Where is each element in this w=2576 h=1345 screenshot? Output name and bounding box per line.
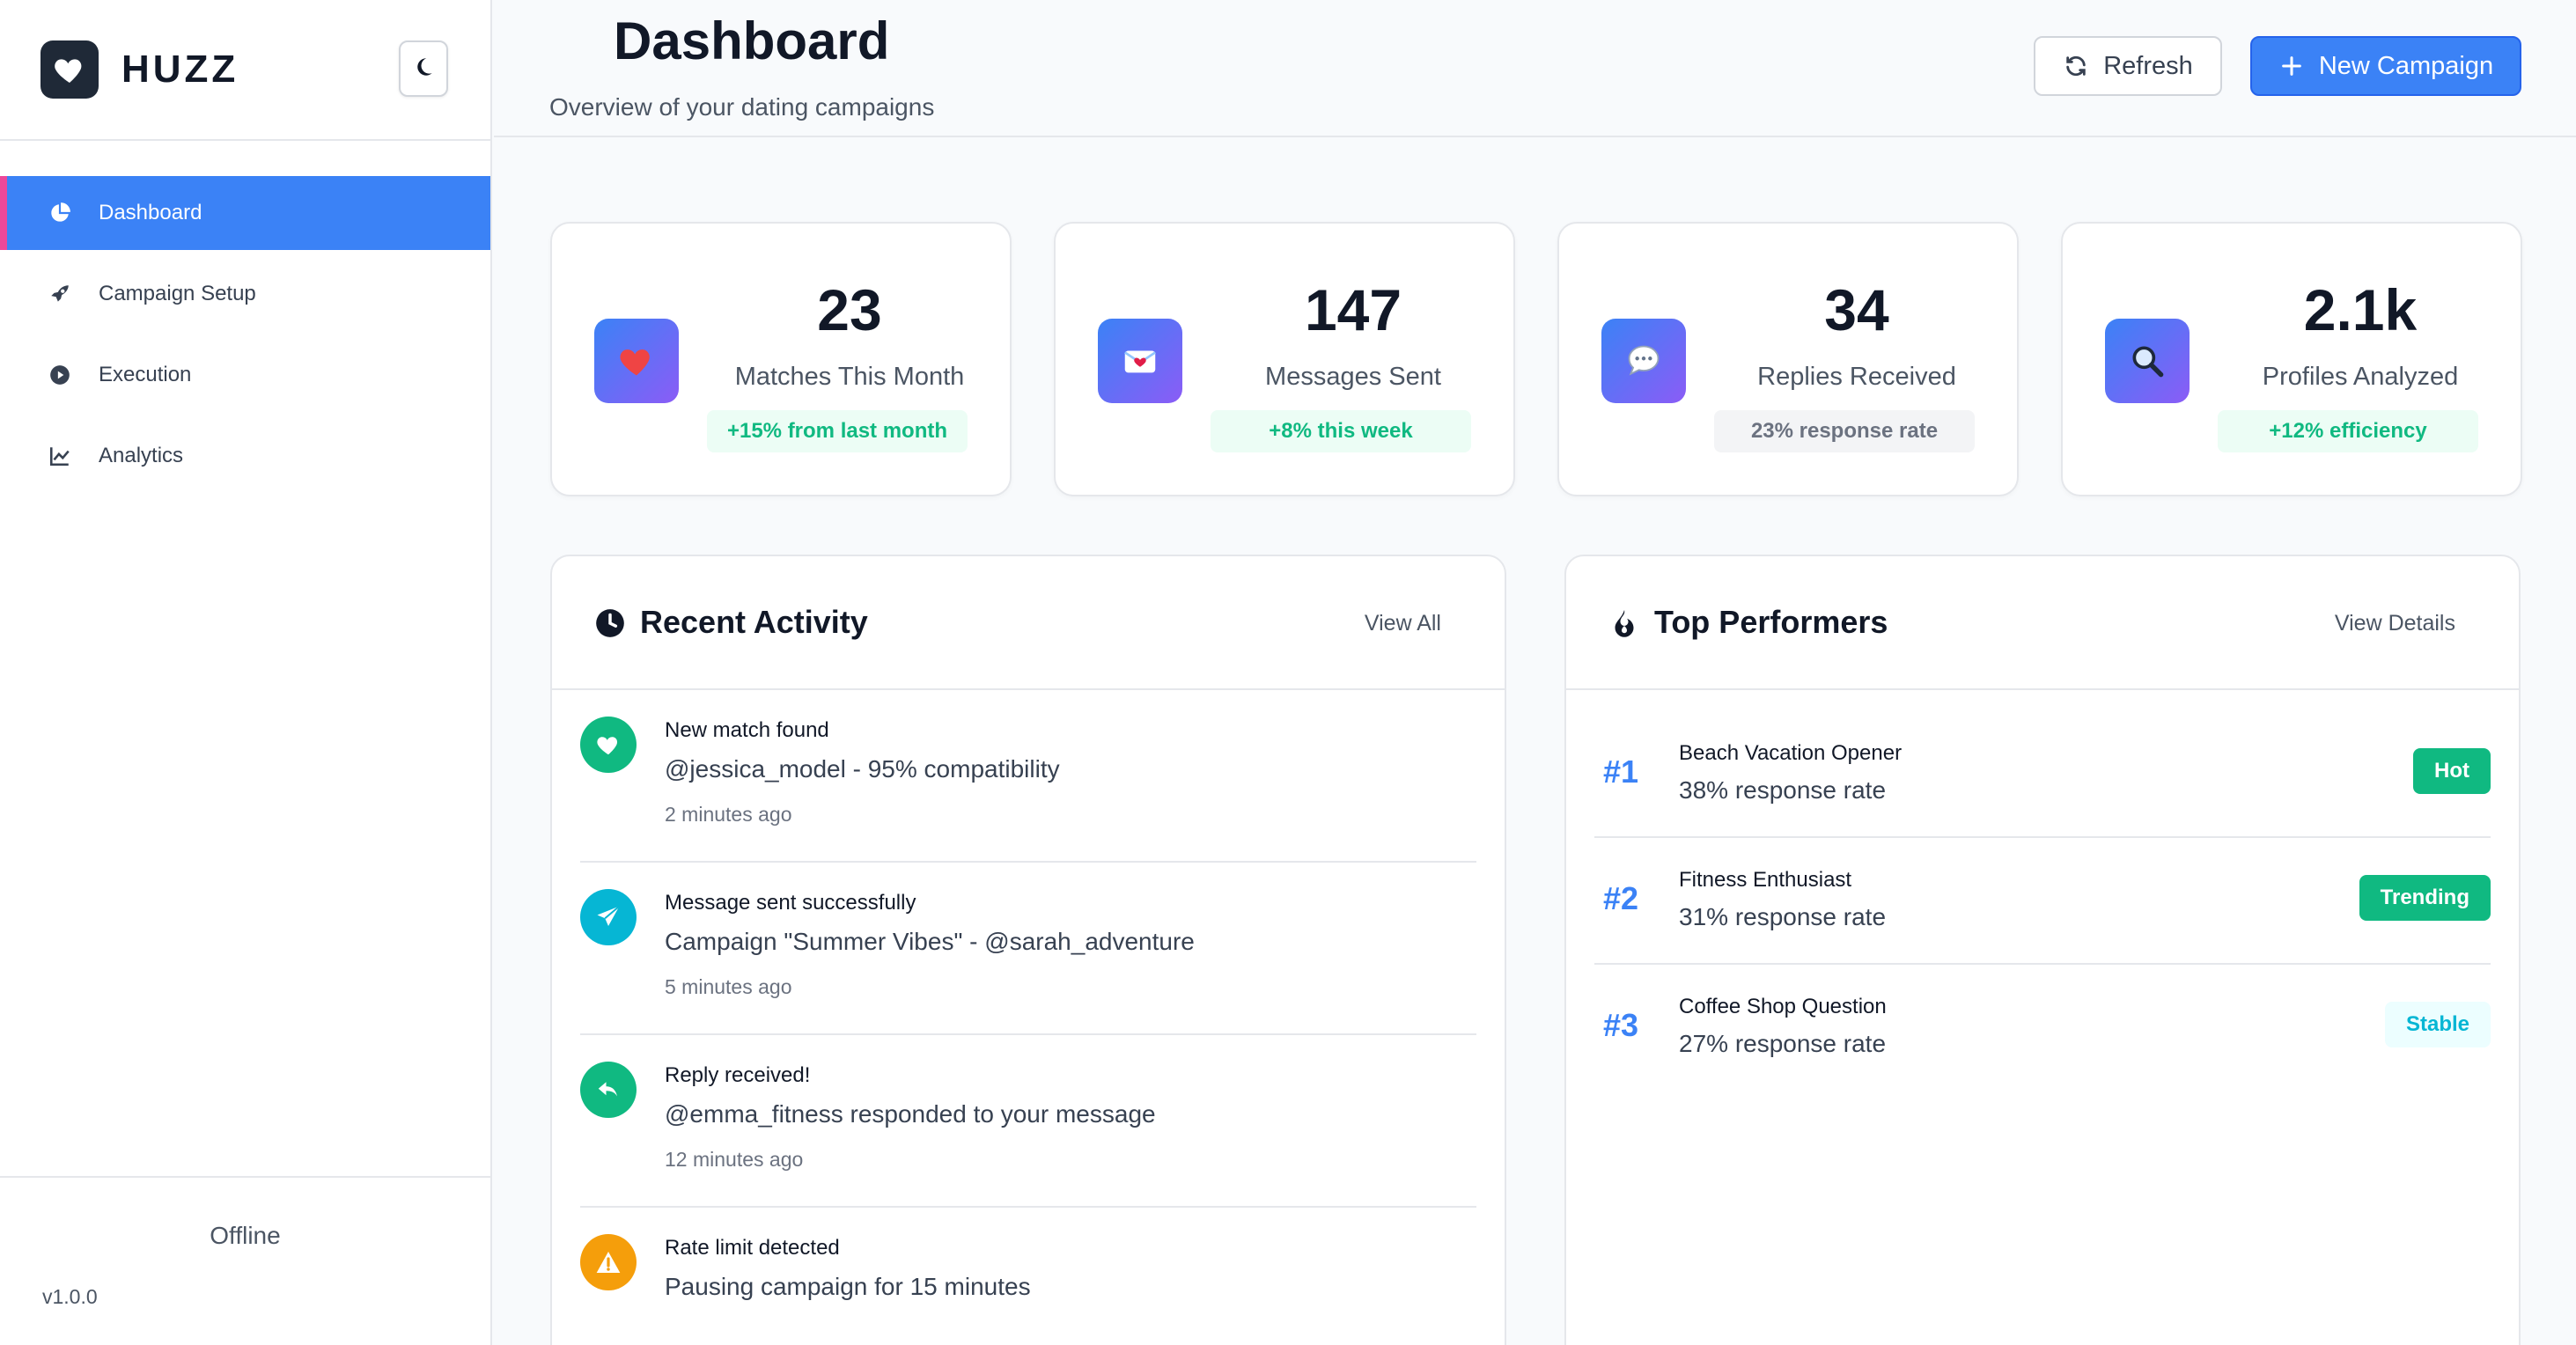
sidebar-nav: Dashboard Campaign Setup Execution Analy… [0, 141, 490, 493]
stat-badge: +8% this week [1211, 410, 1471, 452]
activity-desc: Pausing campaign for 15 minutes [665, 1273, 1031, 1300]
activity-title: New match found [665, 718, 829, 742]
performer-name: Beach Vacation Opener [1679, 741, 1903, 765]
performer-rate: 38% response rate [1679, 776, 1887, 804]
sidebar-item-label: Campaign Setup [99, 282, 256, 305]
app-version: v1.0.0 [42, 1285, 98, 1308]
app-root: HUZZ Dashboard Campaign Setup Execution … [0, 0, 2576, 1345]
performer-rank: #3 [1603, 1007, 1639, 1043]
heart-icon [580, 717, 637, 773]
reply-arrow-icon [580, 1062, 637, 1118]
stat-label: Profiles Analyzed [2262, 363, 2459, 391]
fire-icon [1607, 606, 1642, 641]
play-circle-icon [48, 363, 72, 387]
recent-activity-panel: Recent Activity View All New match found… [550, 555, 1506, 1345]
activity-desc: Campaign "Summer Vibes" - @sarah_adventu… [665, 928, 1195, 955]
line-chart-icon [48, 444, 72, 468]
panel-title: Top Performers [1654, 604, 1888, 640]
connection-status: Offline [210, 1222, 281, 1249]
sidebar-item-label: Execution [99, 363, 192, 386]
activity-desc: @jessica_model - 95% compatibility [665, 755, 1060, 783]
moon-icon [412, 55, 435, 83]
plus-icon [2278, 53, 2305, 79]
stat-badge: 23% response rate [1714, 410, 1975, 452]
refresh-button-label: Refresh [2103, 51, 2193, 80]
paper-plane-icon [580, 889, 637, 945]
page-subtitle: Overview of your dating campaigns [549, 93, 935, 121]
pie-chart-icon [48, 201, 72, 225]
sidebar-footer: Offline v1.0.0 [0, 1176, 490, 1345]
activity-time: 12 minutes ago [665, 1148, 804, 1171]
brand-name: HUZZ [121, 48, 239, 91]
new-campaign-button-label: New Campaign [2318, 51, 2494, 80]
sidebar-item-dashboard[interactable]: Dashboard [0, 176, 490, 250]
stat-badge: +12% efficiency [2218, 410, 2478, 452]
page-header: Dashboard Overview of your dating campai… [494, 0, 2576, 137]
activity-item[interactable]: Reply received! @emma_fitness responded … [580, 1035, 1476, 1208]
view-details-link[interactable]: View Details [2335, 611, 2455, 636]
performer-name: Coffee Shop Question [1679, 995, 1887, 1018]
activity-time: 5 minutes ago [665, 975, 792, 998]
sidebar-item-label: Dashboard [99, 201, 202, 224]
performer-row[interactable]: #3 Coffee Shop Question 27% response rat… [1594, 965, 2491, 1091]
stat-card-matches: 23 Matches This Month +15% from last mon… [550, 222, 1012, 496]
performer-rate: 27% response rate [1679, 1030, 1887, 1057]
status-badge: Trending [2359, 875, 2491, 921]
stat-card-profiles: 2.1k Profiles Analyzed +12% efficiency [2061, 222, 2522, 496]
magnifier-icon [2105, 319, 2190, 403]
rocket-icon [48, 282, 72, 306]
activity-item[interactable]: Message sent successfully Campaign "Summ… [580, 863, 1476, 1035]
refresh-icon [2063, 53, 2089, 79]
performer-rank: #2 [1603, 880, 1639, 916]
heart-icon [594, 319, 679, 403]
performer-row[interactable]: #1 Beach Vacation Opener 38% response ra… [1594, 711, 2491, 838]
warning-icon [580, 1234, 637, 1290]
theme-toggle-button[interactable] [399, 40, 448, 97]
stat-value: 34 [1824, 277, 1889, 342]
stat-label: Messages Sent [1265, 363, 1441, 391]
activity-title: Rate limit detected [665, 1236, 840, 1260]
stat-value: 23 [817, 277, 882, 342]
panel-title: Recent Activity [640, 604, 868, 640]
activity-item[interactable]: New match found @jessica_model - 95% com… [580, 690, 1476, 863]
heart-logo-icon [40, 40, 99, 99]
view-all-link[interactable]: View All [1365, 611, 1441, 636]
performer-row[interactable]: #2 Fitness Enthusiast 31% response rate … [1594, 838, 2491, 965]
stat-value: 2.1k [2303, 277, 2418, 342]
speech-bubble-icon [1601, 319, 1686, 403]
stat-card-messages: 147 Messages Sent +8% this week [1054, 222, 1515, 496]
envelope-icon [1098, 319, 1182, 403]
brand: HUZZ [0, 0, 490, 141]
performer-rank: #1 [1603, 753, 1639, 790]
stat-label: Replies Received [1757, 363, 1956, 391]
activity-title: Message sent successfully [665, 891, 916, 915]
stat-card-replies: 34 Replies Received 23% response rate [1557, 222, 2019, 496]
sidebar-item-label: Analytics [99, 444, 184, 467]
sidebar: HUZZ Dashboard Campaign Setup Execution … [0, 0, 492, 1345]
activity-time: 2 minutes ago [665, 803, 792, 826]
panel-header: Top Performers View Details [1566, 556, 2519, 690]
stat-badge: +15% from last month [707, 410, 968, 452]
sidebar-item-analytics[interactable]: Analytics [0, 419, 490, 493]
activity-item[interactable]: Rate limit detected Pausing campaign for… [580, 1208, 1476, 1345]
status-badge: Stable [2384, 1002, 2491, 1047]
stat-label: Matches This Month [734, 363, 965, 391]
status-badge: Hot [2413, 748, 2491, 794]
activity-desc: @emma_fitness responded to your message [665, 1100, 1156, 1128]
new-campaign-button[interactable]: New Campaign [2250, 36, 2521, 96]
performer-name: Fitness Enthusiast [1679, 868, 1852, 892]
activity-title: Reply received! [665, 1063, 811, 1087]
page-title: Dashboard [614, 11, 890, 70]
panel-header: Recent Activity View All [552, 556, 1505, 690]
sidebar-item-campaign-setup[interactable]: Campaign Setup [0, 257, 490, 331]
refresh-button[interactable]: Refresh [2034, 36, 2222, 96]
sidebar-item-execution[interactable]: Execution [0, 338, 490, 412]
top-performers-panel: Top Performers View Details #1 Beach Vac… [1564, 555, 2521, 1345]
clock-icon [592, 606, 628, 641]
stat-value: 147 [1304, 277, 1402, 342]
performer-rate: 31% response rate [1679, 903, 1887, 930]
